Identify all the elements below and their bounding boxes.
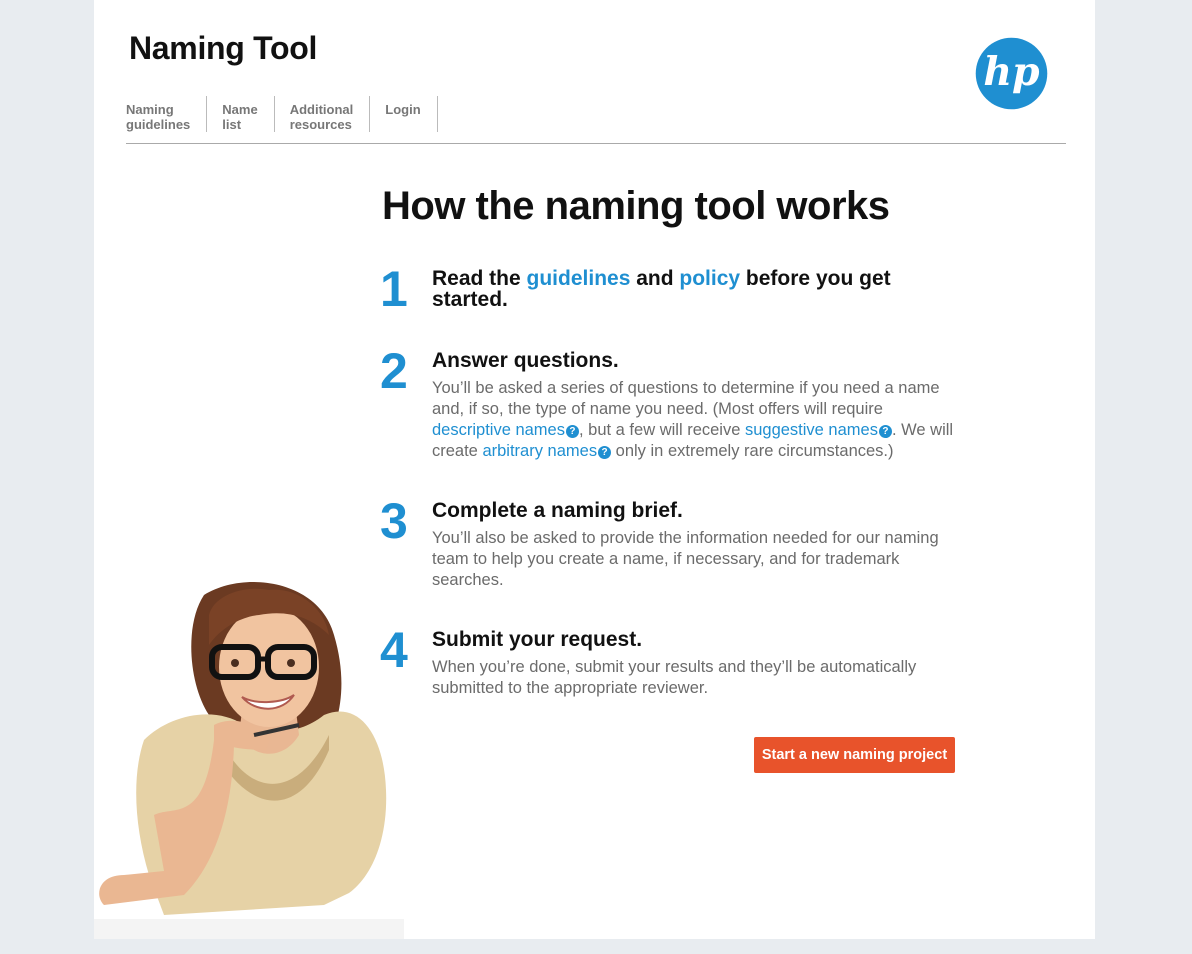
guidelines-link[interactable]: guidelines: [527, 267, 631, 290]
nav-login[interactable]: Login: [370, 96, 438, 132]
step-text: , but a few will receive: [578, 421, 745, 439]
step-title-text: and: [630, 267, 680, 290]
step-title: Read the guidelines and policy before yo…: [432, 268, 972, 310]
hp-logo-icon[interactable]: hp: [975, 37, 1048, 110]
step-number: 1: [380, 261, 408, 317]
nav-additional-resources[interactable]: Additional resources: [275, 96, 371, 132]
suggestive-names-link[interactable]: suggestive names: [745, 421, 878, 439]
step-description: You’ll also be asked to provide the info…: [432, 529, 939, 589]
step-number: 3: [380, 493, 408, 549]
question-circle-icon[interactable]: ?: [565, 425, 579, 438]
header-divider: [126, 143, 1066, 144]
page-heading: How the naming tool works: [382, 184, 890, 228]
top-nav: Naming guidelines Name list Additional r…: [126, 96, 438, 132]
step-title: Complete a naming brief.: [432, 499, 683, 522]
policy-link[interactable]: policy: [679, 267, 740, 290]
arbitrary-names-link[interactable]: arbitrary names: [482, 442, 597, 460]
step-title-text: Read the: [432, 267, 527, 290]
step-number: 2: [380, 343, 408, 399]
svg-text:hp: hp: [983, 49, 1040, 95]
page-container: Naming Tool hp Naming guidelines Name li…: [94, 0, 1095, 939]
nav-naming-guidelines[interactable]: Naming guidelines: [126, 96, 208, 132]
step-description: When you’re done, submit your results an…: [432, 658, 917, 697]
step-title: Answer questions.: [432, 349, 619, 372]
descriptive-names-link[interactable]: descriptive names: [432, 421, 565, 439]
step-text: only in extremely rare circumstances.): [611, 442, 894, 460]
woman-photo-image: [94, 582, 404, 939]
step-text: You’ll be asked a series of questions to…: [432, 379, 940, 418]
app-title: Naming Tool: [129, 30, 318, 66]
step-description: You’ll be asked a series of questions to…: [432, 378, 962, 462]
question-circle-icon[interactable]: ?: [878, 425, 892, 438]
question-circle-icon[interactable]: ?: [598, 446, 612, 459]
start-naming-project-button[interactable]: Start a new naming project: [754, 737, 955, 773]
nav-name-list[interactable]: Name list: [207, 96, 275, 132]
step-title: Submit your request.: [432, 628, 643, 651]
